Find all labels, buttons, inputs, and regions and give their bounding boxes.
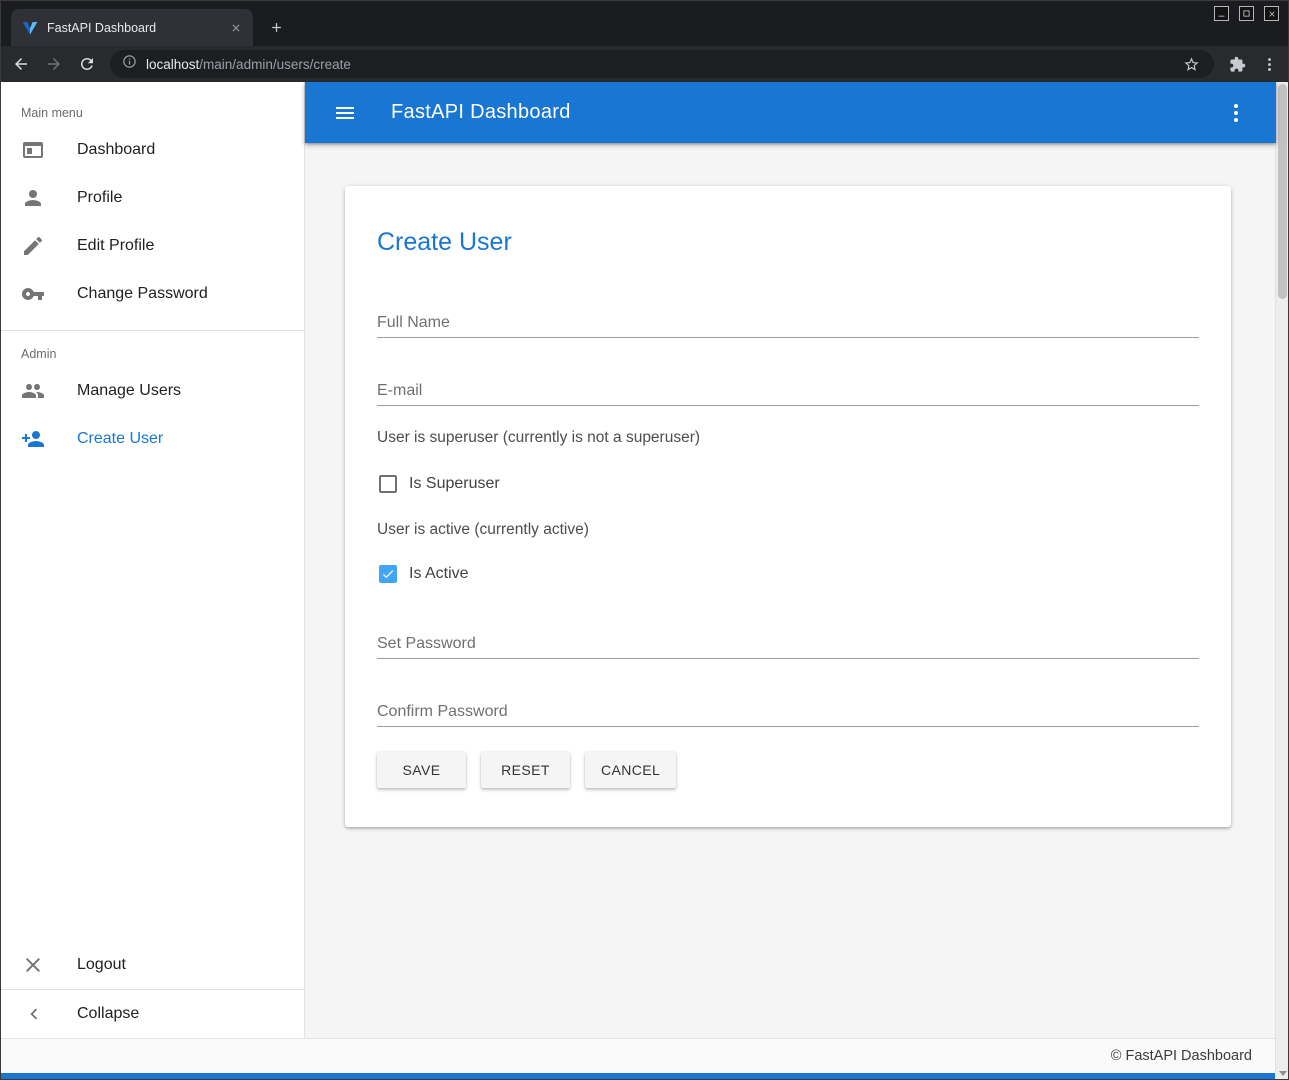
main-content: Create User User is superuser (currently… — [305, 143, 1276, 1038]
appbar-overflow-menu-icon[interactable] — [1218, 95, 1254, 131]
chevron-left-icon — [23, 1003, 45, 1025]
browser-window: FastAPI Dashboard — [0, 0, 1289, 1080]
sidebar-bottom: Logout Collapse — [1, 941, 304, 1038]
app-bar: FastAPI Dashboard — [305, 82, 1276, 143]
sidebar-item-label: Edit Profile — [77, 237, 154, 255]
sidebar-item-label: Dashboard — [77, 141, 155, 159]
key-icon — [21, 282, 45, 306]
hamburger-menu-icon[interactable] — [327, 95, 363, 131]
url-bar[interactable]: localhost /main/admin/users/create — [110, 50, 1214, 78]
page-footer: © FastAPI Dashboard — [1, 1038, 1276, 1073]
email-field — [377, 376, 1199, 406]
is-superuser-row[interactable]: Is Superuser — [377, 472, 1199, 496]
scrollbar-thumb[interactable] — [1278, 84, 1287, 299]
sidebar-item-edit-profile[interactable]: Edit Profile — [1, 222, 304, 270]
set-password-field — [377, 629, 1199, 659]
tab-close-icon[interactable] — [227, 19, 245, 37]
scrollbar-down-arrow[interactable] — [1279, 1071, 1287, 1076]
email-input[interactable] — [377, 376, 1199, 406]
new-tab-button[interactable] — [263, 14, 290, 41]
sidebar-item-dashboard[interactable]: Dashboard — [1, 126, 304, 174]
is-active-row[interactable]: Is Active — [377, 562, 1199, 586]
browser-menu-icon[interactable] — [1256, 51, 1282, 77]
back-button[interactable] — [7, 51, 34, 78]
forward-button[interactable] — [40, 51, 67, 78]
is-active-label: Is Active — [409, 565, 469, 583]
sidebar-section-admin-label: Admin — [1, 331, 304, 367]
save-button[interactable]: SAVE — [377, 752, 466, 788]
browser-navbar: localhost /main/admin/users/create — [1, 46, 1288, 82]
tab-title: FastAPI Dashboard — [47, 21, 227, 35]
sidebar-section-main-label: Main menu — [1, 82, 304, 126]
browser-tab[interactable]: FastAPI Dashboard — [11, 9, 253, 46]
person-icon — [21, 186, 45, 210]
url-path: /main/admin/users/create — [199, 57, 351, 72]
sidebar-item-change-password[interactable]: Change Password — [1, 270, 304, 318]
sidebar-item-label: Logout — [77, 956, 126, 974]
reset-button[interactable]: RESET — [481, 752, 570, 788]
form-buttons: SAVE RESET CANCEL — [377, 752, 1199, 788]
sidebar-item-profile[interactable]: Profile — [1, 174, 304, 222]
sidebar-item-create-user[interactable]: Create User — [1, 415, 304, 463]
sidebar-item-label: Manage Users — [77, 382, 181, 400]
superuser-hint: User is superuser (currently is not a su… — [377, 428, 1199, 448]
full-name-input[interactable] — [377, 308, 1199, 338]
pencil-icon — [21, 234, 45, 258]
sidebar-item-label: Create User — [77, 430, 163, 448]
footer-copyright: © FastAPI Dashboard — [1111, 1048, 1252, 1064]
is-superuser-checkbox[interactable] — [379, 475, 397, 493]
confirm-password-input[interactable] — [377, 697, 1199, 727]
bookmark-star-icon[interactable] — [1180, 53, 1202, 75]
close-button[interactable] — [1264, 6, 1279, 21]
full-name-field — [377, 308, 1199, 338]
people-icon — [21, 379, 45, 403]
reload-button[interactable] — [73, 51, 100, 78]
dashboard-icon — [21, 138, 45, 162]
maximize-button[interactable] — [1239, 6, 1254, 21]
create-user-card: Create User User is superuser (currently… — [345, 186, 1231, 827]
cancel-button[interactable]: CANCEL — [585, 752, 676, 788]
extensions-icon[interactable] — [1224, 51, 1250, 77]
sidebar-item-manage-users[interactable]: Manage Users — [1, 367, 304, 415]
person-add-icon — [21, 427, 45, 451]
sidebar-item-label: Profile — [77, 189, 122, 207]
logout-x-icon — [21, 953, 45, 977]
url-host: localhost — [146, 57, 199, 72]
sidebar-item-label: Change Password — [77, 285, 208, 303]
tab-strip: FastAPI Dashboard — [1, 1, 1288, 46]
sidebar-collapse-button[interactable]: Collapse — [1, 990, 304, 1038]
appbar-title: FastAPI Dashboard — [391, 101, 571, 124]
confirm-password-field — [377, 697, 1199, 727]
set-password-input[interactable] — [377, 629, 1199, 659]
page-title: Create User — [377, 228, 1199, 256]
sidebar: Main menu Dashboard Profile Edit Profile… — [1, 82, 305, 1038]
window-controls — [1214, 6, 1279, 21]
sidebar-item-label: Collapse — [77, 1005, 139, 1023]
sidebar-item-logout[interactable]: Logout — [1, 941, 304, 989]
page-info-icon[interactable] — [122, 54, 137, 74]
active-hint: User is active (currently active) — [377, 520, 1199, 540]
scrollbar[interactable] — [1275, 82, 1289, 1080]
is-active-checkbox[interactable] — [379, 565, 397, 583]
check-icon — [381, 567, 395, 581]
vuetify-logo-icon — [22, 20, 38, 36]
footer-accent-bar — [1, 1073, 1276, 1080]
is-superuser-label: Is Superuser — [409, 475, 500, 493]
minimize-button[interactable] — [1214, 6, 1229, 21]
